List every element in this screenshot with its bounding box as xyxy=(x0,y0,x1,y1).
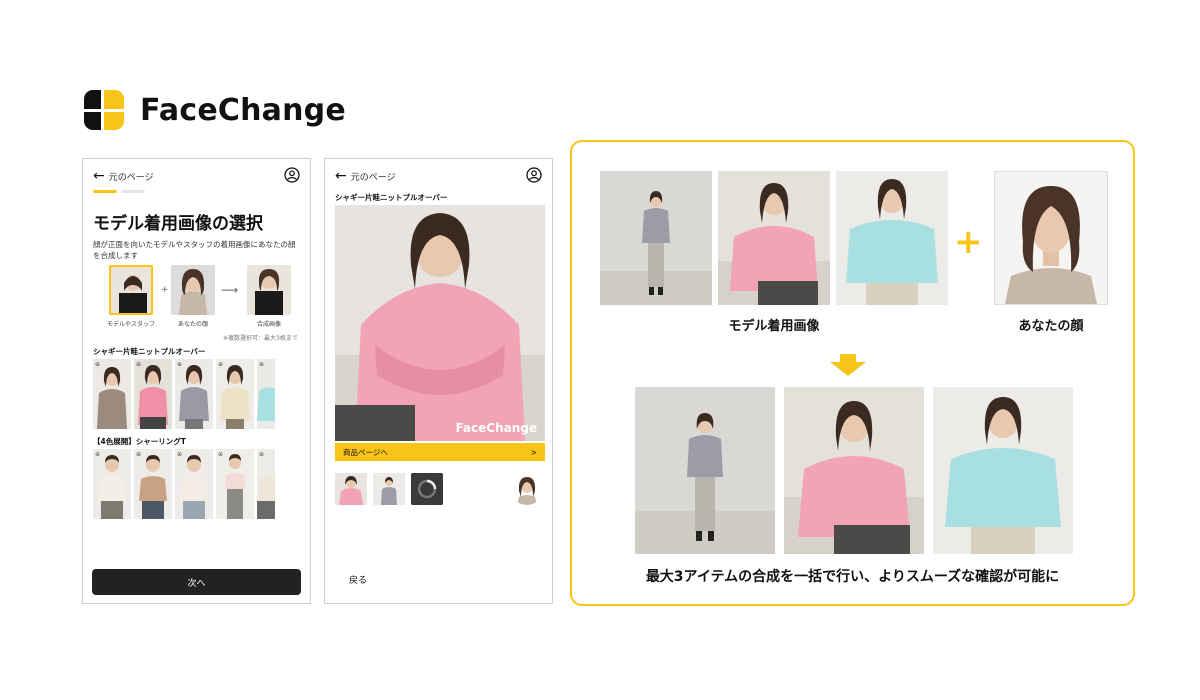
screen-result: ← 元のページ シャギー片畦ニットプルオーバー FaceChange 商品ページ… xyxy=(324,158,553,604)
composite-image-mint-knit xyxy=(933,387,1073,554)
thumbnail-image[interactable]: ⊕ xyxy=(216,359,254,429)
composite-image-gray-knit xyxy=(635,387,775,554)
result-thumbnails xyxy=(335,473,545,507)
user-circle-icon[interactable] xyxy=(526,167,542,183)
flow-caption-composite: 合成画像 xyxy=(256,321,281,328)
selection-note: ※複数選択可：最大3枚まで xyxy=(223,335,298,342)
plus-icon: + xyxy=(954,222,983,262)
thumb-row-tee: ⊕ ⊕ ⊕ ⊕ ⊕ xyxy=(93,449,275,519)
zoom-icon[interactable]: ⊕ xyxy=(136,451,141,458)
thumbnail-image[interactable]: ⊕ xyxy=(134,449,172,519)
thumb-row-knit: ⊕ ⊕ ⊕ ⊕ ⊕ xyxy=(93,359,275,429)
thumbnail-image[interactable]: ⊕ xyxy=(216,449,254,519)
back-link[interactable]: 元のページ xyxy=(351,170,396,183)
screen-model-select: ← 元のページ モデル着用画像の選択 顔が正面を向いたモデルやスタッフの着用画像… xyxy=(82,158,311,604)
user-circle-icon[interactable] xyxy=(284,167,300,183)
flow-caption-model: モデルやスタッフ xyxy=(106,321,155,328)
product-link-label: 商品ページへ xyxy=(343,447,388,457)
thumbnail-image[interactable]: ⊕ xyxy=(134,359,172,429)
back-link[interactable]: 元のページ xyxy=(109,170,154,183)
back-button[interactable]: 戻る xyxy=(349,573,367,586)
thumbnail-image[interactable]: ⊕ xyxy=(93,359,131,429)
thumbnail-image[interactable]: ⊕ xyxy=(257,449,275,519)
arrow-left-icon[interactable]: ← xyxy=(93,169,105,183)
zoom-icon[interactable]: ⊕ xyxy=(218,361,223,368)
user-face-image xyxy=(994,171,1108,305)
top-bar: ← 元のページ xyxy=(335,167,542,185)
composite-main-image: FaceChange xyxy=(335,205,545,441)
result-thumbnail-gray[interactable] xyxy=(373,473,405,505)
thumbnail-image[interactable]: ⊕ xyxy=(257,359,275,429)
down-arrow-icon xyxy=(830,354,866,376)
top-bar: ← 元のページ xyxy=(93,167,300,185)
zoom-icon[interactable]: ⊕ xyxy=(259,451,264,458)
zoom-icon[interactable]: ⊕ xyxy=(218,451,223,458)
model-sample-image xyxy=(109,265,153,315)
section-title-knit: シャギー片畦ニットプルオーバー xyxy=(93,347,206,356)
user-face-avatar xyxy=(511,473,543,505)
thumbnail-image[interactable]: ⊕ xyxy=(175,359,213,429)
caption-model-image: モデル着用画像 xyxy=(728,319,820,334)
model-image-pink-knit xyxy=(718,171,830,305)
arrow-right-icon: ⟶ xyxy=(221,283,239,297)
result-thumbnail-pink[interactable] xyxy=(335,473,367,505)
thumbnail-image[interactable]: ⊕ xyxy=(93,449,131,519)
loading-spinner-icon xyxy=(411,473,443,505)
flow-caption-face: あなたの顔 xyxy=(177,321,208,328)
caption-your-face: あなたの顔 xyxy=(1018,319,1084,334)
product-page-link[interactable]: 商品ページへ > xyxy=(335,443,545,461)
next-button[interactable]: 次へ xyxy=(92,569,301,595)
zoom-icon[interactable]: ⊕ xyxy=(177,451,182,458)
page-description: 顔が正面を向いたモデルやスタッフの着用画像にあなたの顔を合成します xyxy=(93,240,296,260)
zoom-icon[interactable]: ⊕ xyxy=(259,361,264,368)
composite-sample-image xyxy=(247,265,291,315)
section-title-tee: 【4色展開】シャーリングT xyxy=(93,437,186,446)
chevron-right-icon: > xyxy=(530,447,537,457)
arrow-left-icon[interactable]: ← xyxy=(335,169,347,183)
zoom-icon[interactable]: ⊕ xyxy=(136,361,141,368)
page-title: モデル着用画像の選択 xyxy=(93,214,263,234)
zoom-icon[interactable]: ⊕ xyxy=(177,361,182,368)
product-title: シャギー片畦ニットプルオーバー xyxy=(335,193,448,202)
feature-illustration: + モデル着用画像 あなたの顔 最大3アイテムの合成を一括で行い、よりスムーズな… xyxy=(570,140,1135,606)
watermark-text: FaceChange xyxy=(455,421,537,435)
loading-thumbnail xyxy=(411,473,443,505)
face-sample-image xyxy=(171,265,215,315)
zoom-icon[interactable]: ⊕ xyxy=(95,451,100,458)
logo-mark-icon xyxy=(84,90,124,130)
composite-image-pink-knit xyxy=(784,387,924,554)
brand-name: FaceChange xyxy=(140,92,346,128)
model-image-mint-knit xyxy=(836,171,948,305)
brand-logo: FaceChange xyxy=(84,90,346,130)
feature-caption: 最大3アイテムの合成を一括で行い、よりスムーズな確認が可能に xyxy=(645,569,1060,585)
model-image-gray-knit xyxy=(600,171,712,305)
zoom-icon[interactable]: ⊕ xyxy=(95,361,100,368)
plus-icon: + xyxy=(161,285,169,295)
step-progress xyxy=(93,190,145,193)
thumbnail-image[interactable]: ⊕ xyxy=(175,449,213,519)
